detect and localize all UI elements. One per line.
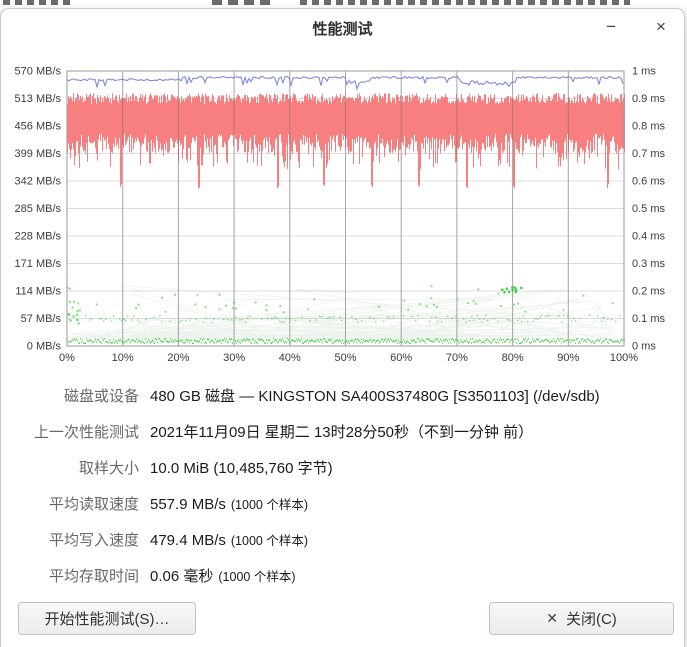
svg-text:0.4 ms: 0.4 ms (632, 231, 666, 243)
detail-label: 磁盘或设备 (63, 388, 139, 405)
svg-text:1 ms: 1 ms (632, 66, 656, 78)
svg-text:0.7 ms: 0.7 ms (632, 148, 666, 160)
detail-value: 10.0 MiB (10,485,760 字节) (150, 460, 333, 477)
benchmark-dialog: 性能测试 − × 570 MB/s 513 MB/s 456 MB/s 399 MB/… (0, 8, 685, 647)
titlebar: 性能测试 − × (1, 9, 684, 47)
close-icon[interactable]: × (646, 12, 676, 42)
detail-note: (1000 个样本) (218, 570, 296, 584)
detail-row-write-rate: 平均写入速度 479.4 MB/s (1000 个样本) (1, 529, 681, 550)
detail-row-access-time: 平均存取时间 0.06 毫秒 (1000 个样本) (1, 565, 681, 586)
svg-text:570 MB/s: 570 MB/s (15, 66, 62, 78)
detail-row-sample-size: 取样大小 10.0 MiB (10,485,760 字节) (1, 457, 681, 478)
svg-text:0 MB/s: 0 MB/s (27, 341, 62, 353)
benchmark-chart: 570 MB/s 513 MB/s 456 MB/s 399 MB/s 342 MB/s… (1, 53, 687, 375)
svg-text:342 MB/s: 342 MB/s (15, 176, 62, 188)
detail-label: 平均写入速度 (48, 532, 139, 549)
svg-text:0.6 ms: 0.6 ms (632, 176, 666, 188)
svg-text:50%: 50% (334, 352, 356, 364)
detail-value: 480 GB 磁盘 — KINGSTON SA400S37480G [S3501… (150, 388, 600, 405)
svg-text:0.1 ms: 0.1 ms (632, 313, 666, 325)
detail-note: (1000 个样本) (230, 534, 308, 548)
detail-label: 平均存取时间 (48, 568, 139, 585)
detail-row-disk: 磁盘或设备 480 GB 磁盘 — KINGSTON SA400S37480G … (1, 385, 681, 406)
svg-text:0 ms: 0 ms (632, 341, 656, 353)
svg-text:80%: 80% (502, 352, 524, 364)
close-button-label: 关闭(C) (565, 611, 617, 628)
svg-text:0.9 ms: 0.9 ms (632, 93, 666, 105)
close-button[interactable]: ✕ 关闭(C) (489, 602, 674, 635)
svg-text:70%: 70% (446, 352, 468, 364)
detail-value: 0.06 毫秒 (150, 568, 214, 585)
svg-text:57 MB/s: 57 MB/s (21, 313, 62, 325)
detail-note: (1000 个样本) (230, 498, 308, 512)
minimize-icon[interactable]: − (596, 12, 626, 42)
start-benchmark-button[interactable]: 开始性能测试(S)… (18, 602, 196, 635)
background-text-fragment (3, 0, 73, 5)
svg-text:0.3 ms: 0.3 ms (632, 258, 666, 270)
dialog-title: 性能测试 (312, 20, 373, 38)
svg-text:30%: 30% (223, 352, 245, 364)
detail-label: 上一次性能测试 (33, 424, 139, 441)
start-benchmark-label: 开始性能测试(S)… (44, 611, 170, 628)
svg-text:10%: 10% (112, 352, 134, 364)
svg-text:60%: 60% (390, 352, 412, 364)
chart-canvas: 570 MB/s 513 MB/s 456 MB/s 399 MB/s 342 MB/s… (15, 66, 666, 365)
detail-value: 479.4 MB/s (150, 532, 226, 549)
background-text-fragment (300, 0, 630, 5)
svg-text:399 MB/s: 399 MB/s (15, 148, 62, 160)
svg-text:90%: 90% (557, 352, 579, 364)
svg-text:456 MB/s: 456 MB/s (15, 121, 62, 133)
svg-text:0%: 0% (59, 352, 75, 364)
detail-label: 平均读取速度 (48, 496, 139, 513)
close-x-icon: ✕ (546, 610, 558, 626)
svg-text:513 MB/s: 513 MB/s (15, 93, 62, 105)
background-window-edge (0, 0, 687, 8)
svg-text:285 MB/s: 285 MB/s (15, 203, 62, 215)
detail-value: 2021年11月09日 星期二 13时28分50秒（不到一分钟 前） (150, 424, 534, 441)
svg-text:0.5 ms: 0.5 ms (632, 203, 666, 215)
svg-text:171 MB/s: 171 MB/s (15, 258, 62, 270)
svg-text:40%: 40% (279, 352, 301, 364)
detail-row-read-rate: 平均读取速度 557.9 MB/s (1000 个样本) (1, 493, 681, 514)
svg-text:100%: 100% (610, 352, 638, 364)
detail-value: 557.9 MB/s (150, 496, 226, 513)
svg-text:228 MB/s: 228 MB/s (15, 231, 62, 243)
svg-text:114 MB/s: 114 MB/s (15, 286, 61, 298)
svg-text:0.8 ms: 0.8 ms (632, 121, 666, 133)
svg-text:0.2 ms: 0.2 ms (632, 286, 666, 298)
detail-row-last-benchmark: 上一次性能测试 2021年11月09日 星期二 13时28分50秒（不到一分钟 … (1, 421, 681, 442)
background-text-fragment (212, 0, 272, 5)
svg-text:20%: 20% (167, 352, 189, 364)
detail-label: 取样大小 (78, 460, 139, 477)
